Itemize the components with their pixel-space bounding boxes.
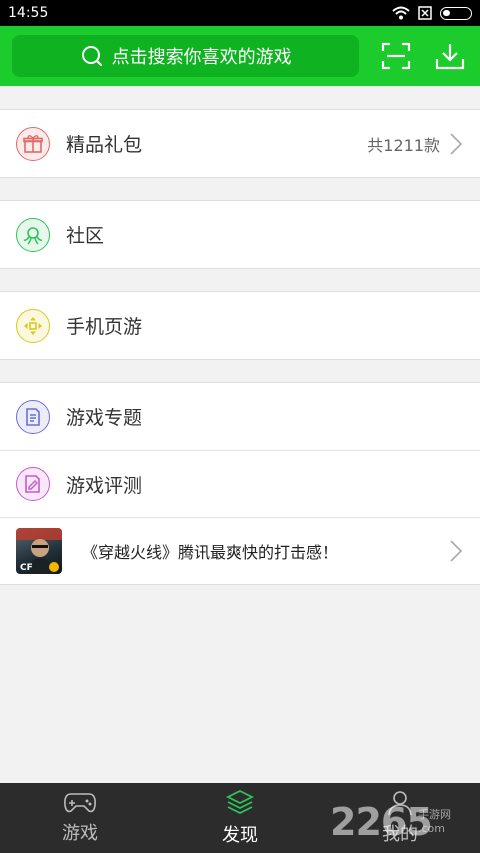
promo-text: 《穿越火线》腾讯最爽快的打击感！ (82, 543, 339, 562)
nav-games[interactable]: 游戏 (0, 783, 160, 853)
topics-label: 游戏专题 (66, 407, 143, 429)
row-promo-crossfire[interactable]: CF 《穿越火线》腾讯最爽快的打击感！ (0, 517, 480, 584)
section-mobile-games: 手机页游 (0, 291, 480, 360)
top-header: 点击搜索你喜欢的游戏 (0, 26, 480, 86)
controller-icon (64, 793, 96, 813)
cube-icon (225, 789, 255, 815)
section-gifts: 精品礼包 共1211款 (0, 109, 480, 178)
search-icon (81, 46, 102, 67)
download-icon (435, 44, 465, 70)
section-community: 社区 (0, 200, 480, 269)
topic-icon (16, 399, 50, 434)
search-bar[interactable]: 点击搜索你喜欢的游戏 (12, 35, 360, 77)
review-icon (16, 467, 50, 501)
mobile-games-label: 手机页游 (66, 316, 143, 338)
watermark-brand: 2265 (330, 800, 433, 844)
sim-off-icon (418, 6, 432, 20)
battery-icon (440, 6, 472, 20)
nav-discover[interactable]: 发现 (160, 783, 320, 853)
community-label: 社区 (66, 225, 105, 247)
status-time: 14:55 (8, 5, 49, 21)
community-icon (16, 217, 50, 252)
row-community[interactable]: 社区 (0, 201, 480, 268)
watermark-cn: 手游网 (418, 808, 451, 821)
scan-button[interactable] (378, 38, 414, 74)
download-button[interactable] (432, 38, 468, 74)
nav-games-label: 游戏 (62, 823, 98, 844)
section-content: 游戏专题 游戏评测 CF 《穿越火线》腾讯最爽快的打击感！ (0, 382, 480, 585)
row-game-reviews[interactable]: 游戏评测 (0, 450, 480, 517)
svg-text:CF: CF (20, 563, 33, 573)
gift-count: 共1211款 (367, 135, 440, 155)
watermark-domain: .com (418, 822, 445, 835)
nav-discover-label: 发现 (222, 825, 258, 846)
chevron-right-icon (450, 132, 462, 155)
chevron-right-icon (450, 540, 462, 562)
search-placeholder: 点击搜索你喜欢的游戏 (111, 47, 292, 68)
row-gift-packs[interactable]: 精品礼包 共1211款 (0, 110, 480, 177)
scan-icon (382, 42, 411, 70)
gift-icon (16, 126, 50, 161)
wifi-icon (392, 6, 410, 20)
gamepad-cross-icon (16, 308, 50, 343)
row-game-topics[interactable]: 游戏专题 (0, 383, 480, 450)
row-mobile-web-games[interactable]: 手机页游 (0, 292, 480, 359)
promo-game-thumbnail: CF (16, 528, 62, 574)
reviews-label: 游戏评测 (66, 474, 143, 497)
gift-label: 精品礼包 (66, 134, 143, 156)
status-icons (392, 6, 472, 20)
status-bar: 14:55 (0, 0, 480, 26)
